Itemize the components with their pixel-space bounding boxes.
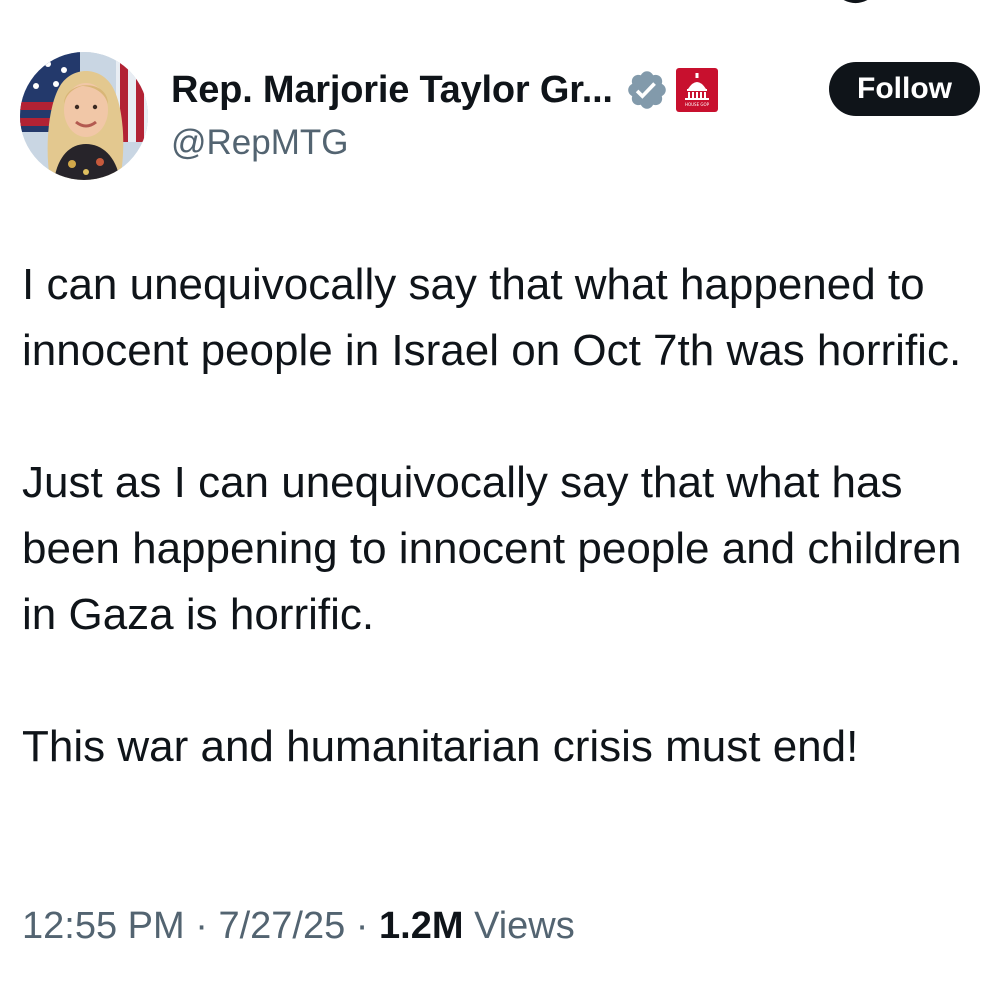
verified-badge-icon bbox=[625, 68, 669, 112]
affiliation-badge-text: HOUSE GOP bbox=[685, 102, 710, 107]
follow-button[interactable]: Follow bbox=[829, 62, 980, 116]
house-gop-icon[interactable]: HOUSE GOP bbox=[675, 67, 719, 113]
top-cropped-element bbox=[820, 0, 880, 8]
name-row: Rep. Marjorie Taylor Gr... HOUSE GOP bbox=[171, 66, 791, 114]
handle[interactable]: @RepMTG bbox=[171, 120, 791, 166]
tweet-page: Rep. Marjorie Taylor Gr... HOUSE GOP @Re… bbox=[0, 0, 1000, 983]
meta-separator: · bbox=[195, 905, 208, 947]
tweet-metadata: 12:55 PM · 7/27/25 · 1.2M Views bbox=[22, 900, 575, 952]
views-count[interactable]: 1.2M bbox=[379, 905, 463, 947]
tweet-header: Rep. Marjorie Taylor Gr... HOUSE GOP @Re… bbox=[20, 48, 980, 188]
meta-separator: · bbox=[355, 905, 369, 947]
tweet-paragraph-2: Just as I can unequivocally say that wha… bbox=[22, 458, 962, 639]
avatar-image bbox=[20, 52, 148, 180]
tweet-date[interactable]: 7/27/25 bbox=[218, 905, 345, 947]
views-label[interactable]: Views bbox=[474, 905, 575, 947]
tweet-text: I can unequivocally say that what happen… bbox=[22, 252, 982, 780]
tweet-paragraph-1: I can unequivocally say that what happen… bbox=[22, 260, 962, 375]
tweet-paragraph-3: This war and humanitarian crisis must en… bbox=[22, 722, 859, 771]
author-info: Rep. Marjorie Taylor Gr... HOUSE GOP @Re… bbox=[171, 66, 791, 166]
avatar[interactable] bbox=[20, 52, 148, 180]
tweet-time[interactable]: 12:55 PM bbox=[22, 905, 185, 947]
display-name[interactable]: Rep. Marjorie Taylor Gr... bbox=[171, 66, 613, 114]
